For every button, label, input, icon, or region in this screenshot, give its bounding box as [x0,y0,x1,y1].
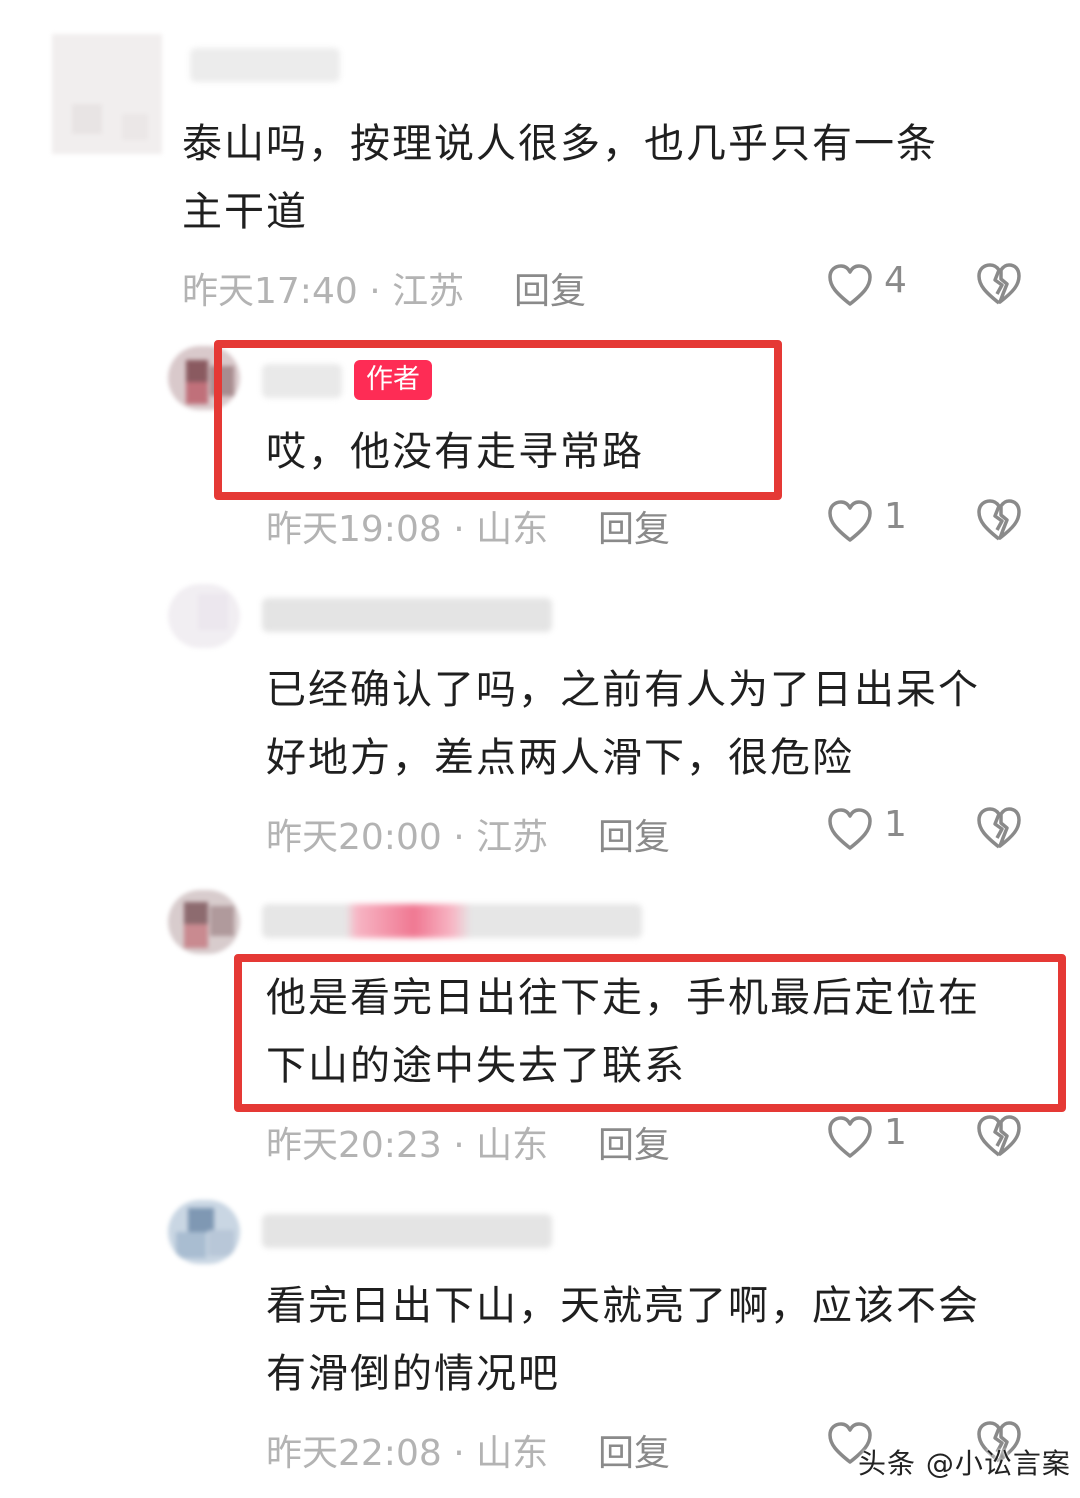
reply-button[interactable]: 回复 [598,1424,670,1476]
comment-time-location: 昨天20:00 · 江苏 [266,817,549,858]
avatar[interactable] [168,584,240,648]
comment-time-location: 昨天22:08 · 山东 [266,1433,549,1474]
like-button[interactable]: 4 [826,260,946,312]
username-blurred[interactable] [262,904,642,938]
username-blurred[interactable] [262,598,552,632]
like-count: 1 [884,804,907,845]
like-count: 1 [884,1112,907,1153]
username-blurred[interactable] [262,1214,552,1248]
comment-time-location: 昨天20:23 · 山东 [266,1125,549,1166]
comment-time-location: 昨天17:40 · 江苏 [182,271,465,312]
broken-heart-icon [977,807,1021,849]
dislike-button[interactable] [974,496,1026,548]
like-button[interactable]: 1 [826,496,946,548]
avatar[interactable] [168,890,240,954]
like-count: 1 [884,496,907,537]
reply-button[interactable]: 回复 [598,500,670,552]
reply-button[interactable]: 回复 [514,262,586,314]
dislike-button[interactable] [974,804,1026,856]
avatar[interactable] [52,34,162,154]
highlight-box [214,340,782,500]
comment-text: 看完日出下山，天就亮了啊，应该不会 有滑倒的情况吧 [266,1283,980,1397]
like-button[interactable]: 1 [826,804,946,856]
heart-outline-icon [828,808,872,850]
like-count: 4 [884,260,907,301]
avatar[interactable] [168,1200,240,1264]
broken-heart-icon [977,263,1021,305]
username-blurred[interactable] [190,48,340,82]
comment-text: 已经确认了吗，之前有人为了日出呆个 好地方，差点两人滑下，很危险 [266,667,980,781]
heart-outline-icon [828,264,872,306]
broken-heart-icon [977,499,1021,541]
heart-outline-icon [828,1116,872,1158]
highlight-box [234,954,1066,1112]
dislike-button[interactable] [974,260,1026,312]
heart-outline-icon [828,500,872,542]
reply-button[interactable]: 回复 [598,1116,670,1168]
comment-text: 泰山吗，按理说人很多，也几乎只有一条 主干道 [182,121,938,235]
like-button[interactable]: 1 [826,1112,946,1164]
watermark: 头条 @小讼言案 [858,1447,1071,1480]
broken-heart-icon [977,1115,1021,1157]
comment-time-location: 昨天19:08 · 山东 [266,509,549,550]
dislike-button[interactable] [974,1112,1026,1164]
reply-button[interactable]: 回复 [598,808,670,860]
